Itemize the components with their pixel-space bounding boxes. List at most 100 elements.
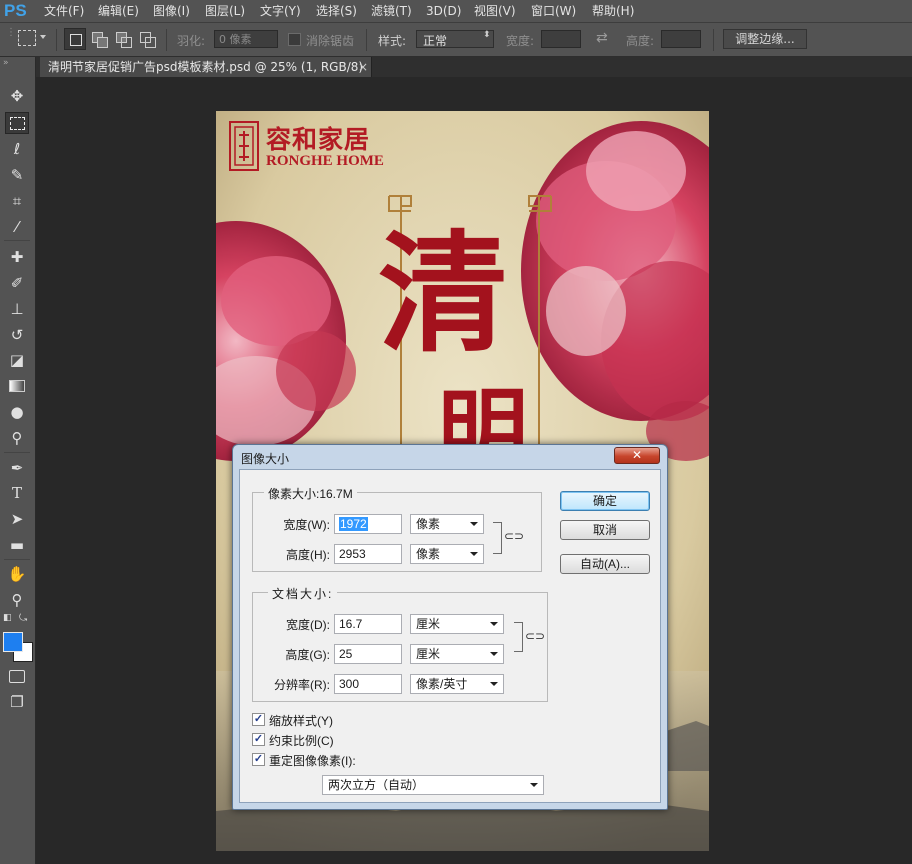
constrain-proportions-checkbox[interactable]: ✓: [252, 733, 265, 746]
zoom-icon[interactable]: ⚲: [5, 589, 29, 611]
feather-input[interactable]: 0 像素: [214, 30, 278, 48]
dialog-body: 像素大小:16.7M 宽度(W): 1972 像素 高度(H): 2953 像素…: [239, 469, 661, 803]
style-select[interactable]: 正常 ⬍: [416, 30, 494, 48]
divider: [4, 240, 30, 241]
collapse-icon[interactable]: »: [3, 58, 9, 68]
pen-icon[interactable]: ✒: [5, 457, 29, 479]
pixel-dimensions-title: 像素大小:16.7M: [264, 485, 357, 502]
swap-icon[interactable]: ⇄: [596, 30, 608, 46]
feather-label: 羽化:: [177, 34, 206, 48]
marquee-preset-icon[interactable]: [18, 30, 36, 46]
grip-icon: ⋮: [6, 27, 16, 38]
style-value: 正常: [423, 34, 448, 48]
ok-button[interactable]: 确定: [560, 491, 650, 511]
menu-type[interactable]: 文字(Y): [260, 0, 301, 22]
image-size-dialog: 图像大小 ✕ 像素大小:16.7M 宽度(W): 1972 像素 高度(H): …: [232, 444, 668, 810]
brush-icon[interactable]: ✐: [5, 272, 29, 294]
toolbox: » ✥ ℓ ✎ ⌗ ⁄ ✚ ✐ ⊥ ↺ ◪ ● ⚲ ✒ T ➤ ▬ ✋ ⚲ ◧ …: [0, 57, 36, 864]
subtract-selection-button[interactable]: [112, 28, 134, 50]
antialias-label: 消除锯齿: [306, 34, 355, 48]
resolution-input[interactable]: 300: [334, 674, 402, 694]
menu-window[interactable]: 窗口(W): [531, 0, 576, 22]
separator: [166, 29, 167, 51]
chevron-down-icon: [530, 783, 538, 787]
pixel-height-input[interactable]: 2953: [334, 544, 402, 564]
doc-width-unit: 厘米: [416, 617, 441, 631]
intersect-selection-button[interactable]: [136, 28, 158, 50]
auto-button[interactable]: 自动(A)...: [560, 554, 650, 574]
chain-link-icon: ⊂⊃: [525, 629, 546, 643]
path-select-icon[interactable]: ➤: [5, 508, 29, 530]
foreground-color-swatch[interactable]: [3, 632, 23, 652]
healing-brush-icon[interactable]: ✚: [5, 246, 29, 268]
pixel-height-unit-select[interactable]: 像素: [410, 544, 484, 564]
chevron-down-icon: [490, 622, 498, 626]
add-selection-button[interactable]: [88, 28, 110, 50]
menu-edit[interactable]: 编辑(E): [98, 0, 139, 22]
doc-height-unit-select[interactable]: 厘米: [410, 644, 504, 664]
lasso-icon[interactable]: ℓ: [5, 138, 29, 160]
pixel-width-unit-select[interactable]: 像素: [410, 514, 484, 534]
resolution-unit-select[interactable]: 像素/英寸: [410, 674, 504, 694]
doc-width-unit-select[interactable]: 厘米: [410, 614, 504, 634]
style-label: 样式:: [378, 34, 407, 48]
pixel-height-unit: 像素: [416, 547, 441, 561]
height-label: 高度:: [626, 34, 655, 48]
document-tab-title: 清明节家居促销广告psd模板素材.psd @ 25% (1, RGB/8): [48, 60, 364, 74]
width-label: 宽度:: [506, 34, 535, 48]
scale-styles-checkbox[interactable]: ✓: [252, 713, 265, 726]
resample-method: 两次立方（自动）: [328, 778, 425, 792]
quick-mask-icon[interactable]: [5, 665, 29, 687]
swap-colors-icon[interactable]: ⤿: [19, 613, 27, 624]
resample-checkbox[interactable]: ✓: [252, 753, 265, 766]
menu-help[interactable]: 帮助(H): [592, 0, 634, 22]
pixel-height-label: 高度(H):: [286, 548, 330, 562]
document-tab[interactable]: 清明节家居促销广告psd模板素材.psd @ 25% (1, RGB/8) ×: [40, 57, 372, 77]
marquee-icon[interactable]: [5, 112, 29, 134]
resolution-unit: 像素/英寸: [416, 677, 468, 691]
menu-bar: PS 文件(F) 编辑(E) 图像(I) 图层(L) 文字(Y) 选择(S) 滤…: [0, 0, 912, 23]
close-tab-icon[interactable]: ×: [358, 57, 368, 77]
hand-icon[interactable]: ✋: [5, 563, 29, 585]
menu-3d[interactable]: 3D(D): [426, 0, 461, 22]
chevron-down-icon[interactable]: [40, 35, 46, 39]
chevron-down-icon: [470, 552, 478, 556]
eyedropper-icon[interactable]: ⁄: [5, 216, 29, 238]
antialias-checkbox[interactable]: [288, 33, 301, 46]
refine-edge-button[interactable]: 调整边缘...: [723, 29, 807, 49]
cancel-button[interactable]: 取消: [560, 520, 650, 540]
dialog-close-button[interactable]: ✕: [614, 447, 660, 464]
constrain-proportions-label: 约束比例(C): [269, 734, 334, 748]
default-colors-icon[interactable]: ◧: [3, 613, 12, 623]
doc-width-input[interactable]: 16.7: [334, 614, 402, 634]
type-icon[interactable]: T: [5, 482, 29, 504]
resample-method-select[interactable]: 两次立方（自动）: [322, 775, 544, 795]
menu-layer[interactable]: 图层(L): [205, 0, 245, 22]
menu-image[interactable]: 图像(I): [153, 0, 190, 22]
blur-icon[interactable]: ●: [5, 401, 29, 423]
pixel-width-input[interactable]: 1972: [334, 514, 402, 534]
separator: [713, 29, 714, 51]
eraser-icon[interactable]: ◪: [5, 349, 29, 371]
new-selection-button[interactable]: [64, 28, 86, 50]
menu-filter[interactable]: 滤镜(T): [371, 0, 412, 22]
rectangle-icon[interactable]: ▬: [5, 534, 29, 556]
menu-select[interactable]: 选择(S): [316, 0, 357, 22]
height-input[interactable]: [661, 30, 701, 48]
doc-link-bracket: [514, 622, 523, 652]
gradient-icon[interactable]: [5, 375, 29, 397]
crop-icon[interactable]: ⌗: [5, 190, 29, 212]
pixel-width-unit: 像素: [416, 517, 441, 531]
menu-view[interactable]: 视图(V): [474, 0, 516, 22]
dodge-icon[interactable]: ⚲: [5, 427, 29, 449]
spinner-icon: ⬍: [483, 30, 491, 40]
clone-stamp-icon[interactable]: ⊥: [5, 298, 29, 320]
width-input[interactable]: [541, 30, 581, 48]
doc-height-input[interactable]: 25: [334, 644, 402, 664]
dialog-title: 图像大小: [241, 452, 290, 466]
quick-select-icon[interactable]: ✎: [5, 164, 29, 186]
menu-file[interactable]: 文件(F): [44, 0, 84, 22]
screen-mode-icon[interactable]: ❐: [5, 691, 29, 713]
move-icon[interactable]: ✥: [5, 85, 29, 107]
history-brush-icon[interactable]: ↺: [5, 324, 29, 346]
